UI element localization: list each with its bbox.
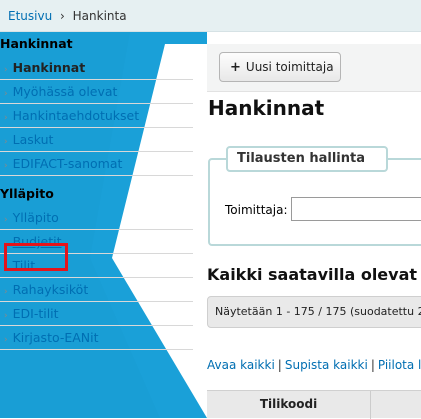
sidebar-item-library-eans[interactable]: › Kirjasto-EANit <box>0 326 193 350</box>
breadcrumb-current: Hankinta <box>72 9 127 23</box>
new-vendor-button[interactable]: + Uusi toimittaja <box>219 52 341 82</box>
sidebar-item-label[interactable]: Laskut <box>13 132 54 147</box>
sidebar-item-invoices[interactable]: › Laskut <box>0 128 193 152</box>
sidebar-item-label[interactable]: EDI-tilit <box>13 306 59 321</box>
sidebar-heading-acquisitions: Hankinnat <box>0 36 73 51</box>
sidebar-item-label[interactable]: EDIFACT-sanomat <box>13 156 123 171</box>
bullet-arrow-icon: › <box>4 161 8 171</box>
sidebar-item-hankinnat[interactable]: › Hankinnat <box>0 56 193 80</box>
plus-icon: + <box>230 60 241 75</box>
sidebar-item-edi-accounts[interactable]: › EDI-tilit <box>0 302 193 326</box>
table-actions-links: Avaa kaikki | Supista kaikki | Piilota l <box>207 358 421 372</box>
column-header-account-code[interactable]: Tilikoodi <box>207 391 371 419</box>
page-title: Hankinnat <box>208 96 325 120</box>
sidebar-item-edifact[interactable]: › EDIFACT-sanomat <box>0 152 193 176</box>
sidebar-item-label[interactable]: Ylläpito <box>13 210 59 225</box>
link-separator: | <box>277 358 282 372</box>
bullet-arrow-icon: › <box>4 137 8 147</box>
budgets-table-header: Tilikoodi <box>207 390 421 419</box>
expand-all-link[interactable]: Avaa kaikki <box>207 358 275 372</box>
bullet-arrow-icon: › <box>4 113 8 123</box>
bullet-arrow-icon: › <box>4 89 8 99</box>
budgets-section-title: Kaikki saatavilla olevat t <box>207 265 421 284</box>
bullet-arrow-icon: › <box>4 311 8 321</box>
vendor-label: Toimittaja: <box>225 203 288 217</box>
sidebar-item-suggestions[interactable]: › Hankintaehdotukset <box>0 104 193 128</box>
sidebar-item-administration[interactable]: › Ylläpito <box>0 206 193 230</box>
sidebar-acquisitions-list: › Hankinnat › Myöhässä olevat › Hankintaehd… <box>0 56 200 176</box>
hide-link[interactable]: Piilota l <box>378 358 421 372</box>
collapse-all-link[interactable]: Supista kaikki <box>285 358 368 372</box>
sidebar-navigation: Hankinnat › Hankinnat › Myöhässä olevat › H… <box>0 32 200 350</box>
breadcrumb-home-link[interactable]: Etusivu <box>8 9 52 23</box>
toolbar: + Uusi toimittaja <box>207 44 421 92</box>
sidebar-item-label[interactable]: Kirjasto-EANit <box>13 330 99 345</box>
bullet-arrow-icon: › <box>4 215 8 225</box>
sidebar-item-label[interactable]: Myöhässä olevat <box>13 84 118 99</box>
bullet-arrow-icon: › <box>4 287 8 297</box>
breadcrumb-separator: › <box>60 9 65 23</box>
sidebar-administration-list: › Ylläpito › Budjetit › Tilit › Rahayksiköt … <box>0 206 200 350</box>
sidebar-item-label[interactable]: Hankinnat <box>13 60 86 75</box>
sidebar-item-label[interactable]: Rahayksiköt <box>13 282 89 297</box>
bullet-arrow-icon: › <box>4 335 8 345</box>
sidebar-item-late-orders[interactable]: › Myöhässä olevat <box>0 80 193 104</box>
link-separator: | <box>370 358 375 372</box>
new-vendor-label: Uusi toimittaja <box>245 60 334 74</box>
sidebar-item-currencies[interactable]: › Rahayksiköt <box>0 278 193 302</box>
table-info-bar: Näytetään 1 - 175 / 175 (suodatettu 21 <box>207 296 421 328</box>
breadcrumb: Etusivu › Hankinta <box>0 0 421 32</box>
sidebar-heading-administration: Ylläpito <box>0 186 54 201</box>
vendor-search-input[interactable] <box>291 197 421 221</box>
bullet-arrow-icon: › <box>4 65 8 75</box>
order-management-legend: Tilausten hallinta <box>226 146 388 172</box>
highlight-box <box>4 243 68 271</box>
sidebar-item-label[interactable]: Hankintaehdotukset <box>13 108 140 123</box>
